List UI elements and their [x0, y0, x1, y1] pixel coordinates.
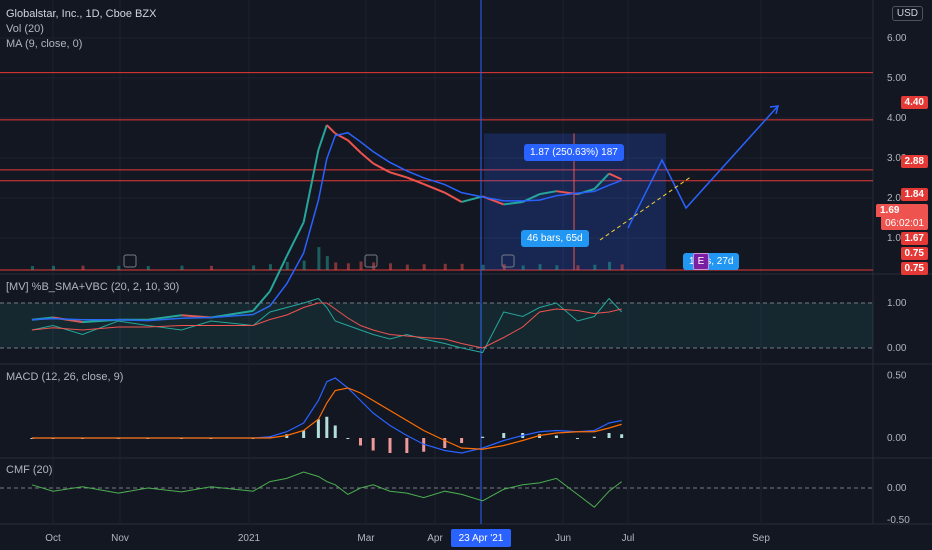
mv-axis-tick: 1.00 — [887, 298, 907, 309]
price-axis-tick: 4.00 — [887, 113, 907, 124]
price-axis-tick: 5.00 — [887, 73, 907, 84]
mv-pane-title[interactable]: [MV] %B_SMA+VBC (20, 2, 10, 30) — [6, 280, 179, 295]
price-tag-1-67: 1.67 — [900, 232, 928, 245]
price-segment — [389, 171, 408, 179]
cmf-axis-tick: -0.50 — [887, 515, 910, 526]
time-axis-label: 2021 — [238, 533, 261, 544]
price-segment — [326, 124, 336, 135]
price-segment — [423, 183, 446, 194]
volume-bar — [146, 266, 150, 270]
volume-bar — [576, 265, 580, 270]
volume-bar — [302, 260, 306, 270]
volume-bar — [359, 261, 363, 270]
last-price-tag: 1.69 — [876, 204, 928, 217]
price-segment — [372, 162, 391, 174]
macd-histogram-bar — [346, 438, 350, 439]
macd-histogram-bar — [620, 434, 624, 438]
countdown-tag: 06:02:01 — [881, 217, 928, 230]
volume-bar — [555, 265, 559, 270]
volume-bar — [481, 264, 485, 270]
macd-axis-tick: 0.00 — [887, 433, 907, 444]
volume-bar — [620, 264, 624, 270]
macd-histogram-bar — [333, 425, 337, 438]
macd-histogram-bar — [607, 433, 611, 438]
volume-bar — [372, 262, 376, 270]
macd-histogram-bar — [316, 419, 320, 438]
volume-bar — [285, 261, 289, 270]
macd-histogram-bar — [359, 438, 363, 446]
volume-bar — [608, 261, 612, 270]
time-axis-label: Mar — [357, 533, 375, 544]
price-axis-tick: 6.00 — [887, 33, 907, 44]
earnings-marker-icon — [364, 254, 378, 268]
price-segment — [317, 124, 328, 151]
measure-label[interactable]: 1.87 (250.63%) 187 — [524, 144, 624, 161]
chart-legend: Globalstar, Inc., 1D, Cboe BZX Vol (20) … — [6, 7, 156, 52]
volume-bar — [593, 264, 597, 270]
macd-histogram-bar — [388, 438, 392, 453]
price-tag-0-75-b: 0.75 — [900, 262, 928, 275]
volume-bar — [422, 264, 426, 270]
currency-button[interactable]: USD — [891, 6, 923, 21]
macd-histogram-bar — [481, 436, 485, 438]
volume-bar — [443, 263, 447, 270]
price-segment — [461, 195, 483, 203]
macd-histogram-bar — [592, 436, 596, 438]
price-segment — [285, 221, 305, 257]
time-axis-label: Nov — [111, 533, 129, 544]
symbol-title[interactable]: Globalstar, Inc., 1D, Cboe BZX — [6, 7, 156, 22]
time-axis-label: Jun — [555, 533, 571, 544]
volume-bar — [209, 265, 213, 270]
price-segment — [444, 191, 463, 203]
ma-study-label[interactable]: MA (9, close, 0) — [6, 37, 156, 52]
price-tag-1-84: 1.84 — [900, 188, 928, 201]
volume-bar — [268, 264, 272, 270]
range-label[interactable]: 46 bars, 65d — [521, 230, 589, 247]
macd-histogram-bar — [405, 438, 409, 453]
macd-histogram-bar — [460, 438, 464, 443]
volume-bar — [405, 264, 409, 270]
time-axis-label: Sep — [752, 533, 770, 544]
volume-study-label[interactable]: Vol (20) — [6, 22, 156, 37]
volume-bar — [180, 265, 184, 270]
volume-bar — [460, 263, 464, 270]
price-segment — [302, 149, 320, 223]
volume-bar — [252, 265, 256, 270]
macd-histogram-bar — [554, 435, 558, 438]
bars-range-label[interactable]: 1 ars, 27d — [683, 253, 740, 270]
price-tag-0-75-a: 0.75 — [900, 247, 928, 260]
mv-axis-tick: 0.00 — [887, 343, 907, 354]
volume-bar — [52, 265, 55, 270]
macd-histogram-bar — [325, 416, 329, 438]
volume-bar — [30, 266, 34, 270]
macd-histogram-bar — [302, 430, 306, 438]
macd-axis-tick: 0.50 — [887, 371, 907, 382]
chart-canvas[interactable]: 6.005.004.003.002.001.001.000.000.500.00… — [0, 0, 932, 550]
macd-histogram-bar — [502, 433, 506, 438]
volume-bar — [521, 265, 525, 270]
macd-histogram-bar — [371, 438, 375, 451]
price-tag-4-40: 4.40 — [900, 96, 928, 109]
volume-bar — [334, 262, 338, 270]
volume-bar — [325, 256, 329, 270]
volume-bar — [81, 265, 85, 270]
cmf-axis-tick: 0.00 — [887, 483, 907, 494]
cmf-pane-title[interactable]: CMF (20) — [6, 463, 52, 478]
volume-bar — [388, 263, 392, 270]
volume-bar — [317, 247, 321, 270]
price-segment — [347, 139, 362, 154]
macd-pane-title[interactable]: MACD (12, 26, close, 9) — [6, 370, 123, 385]
earnings-marker-icon — [123, 254, 137, 268]
volume-bar — [346, 263, 350, 270]
time-axis-label: Apr — [427, 533, 443, 544]
macd-histogram-bar — [575, 438, 579, 439]
price-tag-2-88: 2.88 — [900, 155, 928, 168]
time-axis-label: Jul — [622, 533, 635, 544]
crosshair-time-label: 23 Apr '21 — [459, 533, 504, 544]
time-axis-label: Oct — [45, 533, 61, 544]
earnings-badge-icon[interactable]: E — [693, 253, 709, 270]
volume-bar — [117, 265, 121, 270]
volume-bar — [538, 264, 542, 270]
